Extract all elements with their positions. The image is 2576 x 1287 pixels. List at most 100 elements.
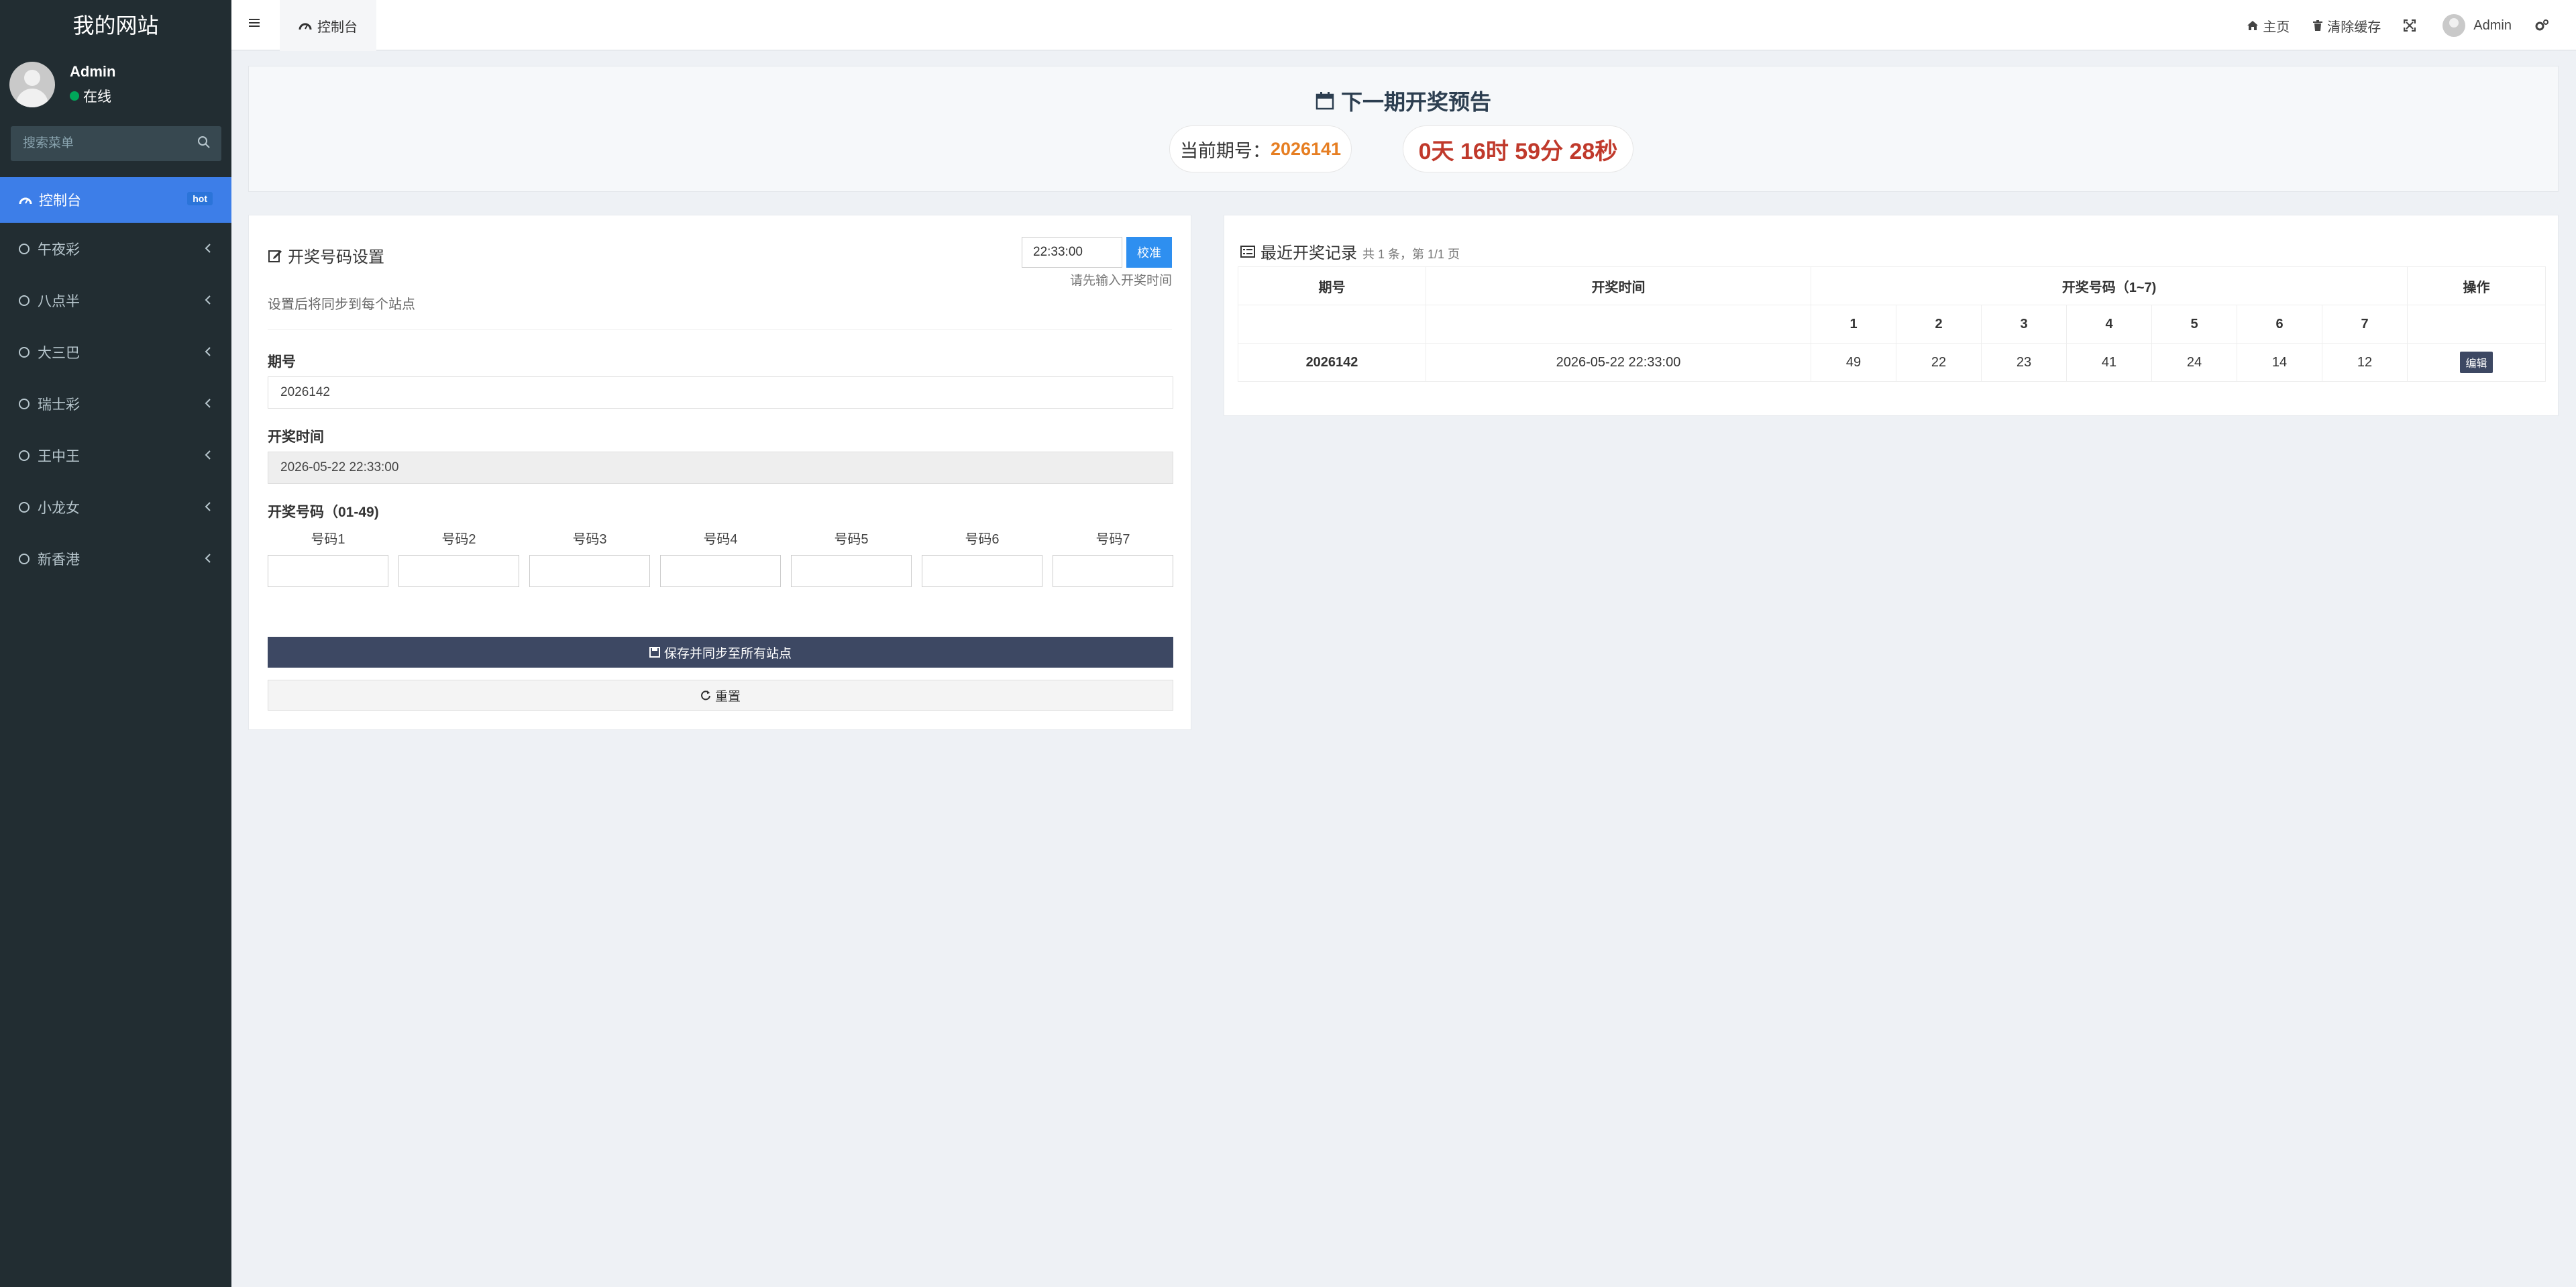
- sidebar-item-label: 大三巴: [38, 345, 80, 361]
- circle-icon: [19, 346, 30, 358]
- banner-title: 下一期开奖预告: [249, 85, 2558, 116]
- hamburger-menu-icon[interactable]: [248, 16, 261, 30]
- calendar-icon: [1316, 92, 1334, 110]
- chevron-left-icon: [205, 399, 211, 408]
- code-input-2[interactable]: [398, 555, 519, 587]
- chevron-left-icon: [205, 502, 211, 511]
- nav-right: 主页 清除缓存 Admin: [2247, 0, 2576, 51]
- home-link[interactable]: 主页: [2247, 16, 2290, 36]
- draw-time-input[interactable]: [1022, 237, 1122, 268]
- draw-time-field: [268, 452, 1173, 484]
- countdown-text: 0天 16时 59分 28秒: [1418, 138, 1618, 164]
- next-draw-banner: 下一期开奖预告 当前期号： 2026141 0天 16时 59分 28秒: [248, 66, 2559, 192]
- th-empty: [2407, 305, 2546, 344]
- sidebar-item-1[interactable]: 午夜彩: [0, 223, 231, 274]
- user-panel: Admin 在线: [0, 51, 231, 117]
- search-input[interactable]: [11, 136, 185, 151]
- chevron-left-icon: [205, 295, 211, 305]
- circle-icon: [19, 398, 30, 409]
- user-label: Admin: [2473, 17, 2512, 33]
- code-label-1: 号码1: [311, 532, 345, 547]
- home-label: 主页: [2263, 19, 2290, 35]
- chevron-left-icon: [205, 347, 211, 356]
- sidebar-item-dashboard[interactable]: 控制台 hot: [0, 177, 231, 223]
- code-input-1[interactable]: [268, 555, 388, 587]
- dashboard-icon: [299, 23, 312, 30]
- sidebar-item-4[interactable]: 瑞士彩: [0, 378, 231, 429]
- list-alt-icon: [1240, 245, 1255, 258]
- avatar: [2443, 14, 2466, 37]
- cell-period: 2026142: [1238, 343, 1426, 382]
- gears-icon: [2535, 19, 2548, 31]
- code-input-3[interactable]: [529, 555, 650, 587]
- code-input-6[interactable]: [922, 555, 1042, 587]
- sidebar-item-6[interactable]: 小龙女: [0, 481, 231, 533]
- sidebar-item-label: 午夜彩: [38, 242, 80, 258]
- sidebar-item-2[interactable]: 八点半: [0, 274, 231, 326]
- table-header-row: 期号 开奖时间 开奖号码（1~7) 操作: [1238, 266, 2546, 305]
- table-subheader-row: 1 2 3 4 5 6 7: [1238, 305, 2546, 344]
- site-title[interactable]: 我的网站: [0, 0, 231, 51]
- divider: [268, 329, 1172, 330]
- cell-time: 2026-05-22 22:33:00: [1426, 343, 1811, 382]
- panel-subtitle: 设置后将同步到每个站点: [268, 297, 415, 312]
- reset-button[interactable]: 重置: [268, 680, 1173, 711]
- settings-button[interactable]: [2534, 19, 2553, 32]
- code-label-2: 号码2: [441, 532, 476, 547]
- reset-label: 重置: [714, 689, 741, 704]
- fullscreen-button[interactable]: [2404, 19, 2420, 32]
- tab-dashboard[interactable]: 控制台: [280, 0, 376, 51]
- edit-icon: [268, 250, 282, 262]
- sidebar-item-7[interactable]: 新香港: [0, 533, 231, 584]
- sidebar-item-5[interactable]: 王中王: [0, 429, 231, 481]
- top-navbar: 控制台 主页 清除缓存 Admin: [231, 0, 2576, 51]
- code-label-5: 号码5: [834, 532, 869, 547]
- home-icon: [2247, 21, 2259, 30]
- cell-action: 编辑: [2407, 343, 2546, 382]
- cell-code-7: 12: [2322, 343, 2408, 382]
- banner-title-text: 下一期开奖预告: [1340, 90, 1491, 114]
- circle-icon: [19, 450, 30, 461]
- cell-code-4: 41: [2066, 343, 2152, 382]
- th-empty: [1238, 305, 1426, 344]
- th-code-2: 2: [1896, 305, 1982, 344]
- sidebar-item-label: 八点半: [38, 293, 80, 309]
- period-label: 期号: [268, 354, 296, 370]
- sidebar-search: [11, 126, 221, 161]
- records-summary: 共 1 条，第 1/1 页: [1362, 248, 1460, 261]
- code-input-5[interactable]: [791, 555, 912, 587]
- clear-cache-label: 清除缓存: [2327, 19, 2381, 35]
- draw-settings-panel: 开奖号码设置 校准 请先输入开奖时间 设置后将同步到每个站点 期号 开奖时间 开…: [248, 215, 1191, 730]
- cell-code-2: 22: [1896, 343, 1982, 382]
- user-menu[interactable]: Admin: [2443, 14, 2512, 37]
- sidebar: 我的网站 Admin 在线 控制台 hot 午夜彩 八点半: [0, 0, 231, 1287]
- calibrate-button[interactable]: 校准: [1126, 237, 1172, 268]
- save-sync-button[interactable]: 保存并同步至所有站点: [268, 637, 1173, 668]
- edit-button[interactable]: 编辑: [2460, 352, 2493, 373]
- cell-code-6: 14: [2237, 343, 2322, 382]
- code-label-3: 号码3: [572, 532, 607, 547]
- code-label-7: 号码7: [1095, 532, 1130, 547]
- panel-title: 开奖号码设置: [268, 244, 384, 267]
- draw-time-label: 开奖时间: [268, 429, 324, 445]
- user-status-label: 在线: [83, 89, 111, 105]
- dashboard-icon: [19, 197, 32, 205]
- code-input-7[interactable]: [1053, 555, 1173, 587]
- cell-code-5: 24: [2151, 343, 2237, 382]
- circle-icon: [19, 295, 30, 306]
- th-period: 期号: [1238, 266, 1426, 305]
- th-empty: [1426, 305, 1811, 344]
- sidebar-item-label: 控制台: [39, 193, 81, 209]
- period-input[interactable]: [268, 376, 1173, 409]
- clear-cache-link[interactable]: 清除缓存: [2312, 16, 2381, 36]
- code-input-4[interactable]: [660, 555, 781, 587]
- time-hint: 请先输入开奖时间: [1069, 274, 1172, 288]
- chevron-left-icon: [205, 450, 211, 460]
- table-row: 2026142 2026-05-22 22:33:00 49 22 23 41 …: [1238, 343, 2546, 382]
- search-icon[interactable]: [197, 136, 211, 153]
- fullscreen-icon: [2404, 19, 2416, 32]
- sidebar-item-3[interactable]: 大三巴: [0, 326, 231, 378]
- th-code-4: 4: [2066, 305, 2152, 344]
- panel-title-text: 开奖号码设置: [288, 248, 384, 266]
- th-code-5: 5: [2151, 305, 2237, 344]
